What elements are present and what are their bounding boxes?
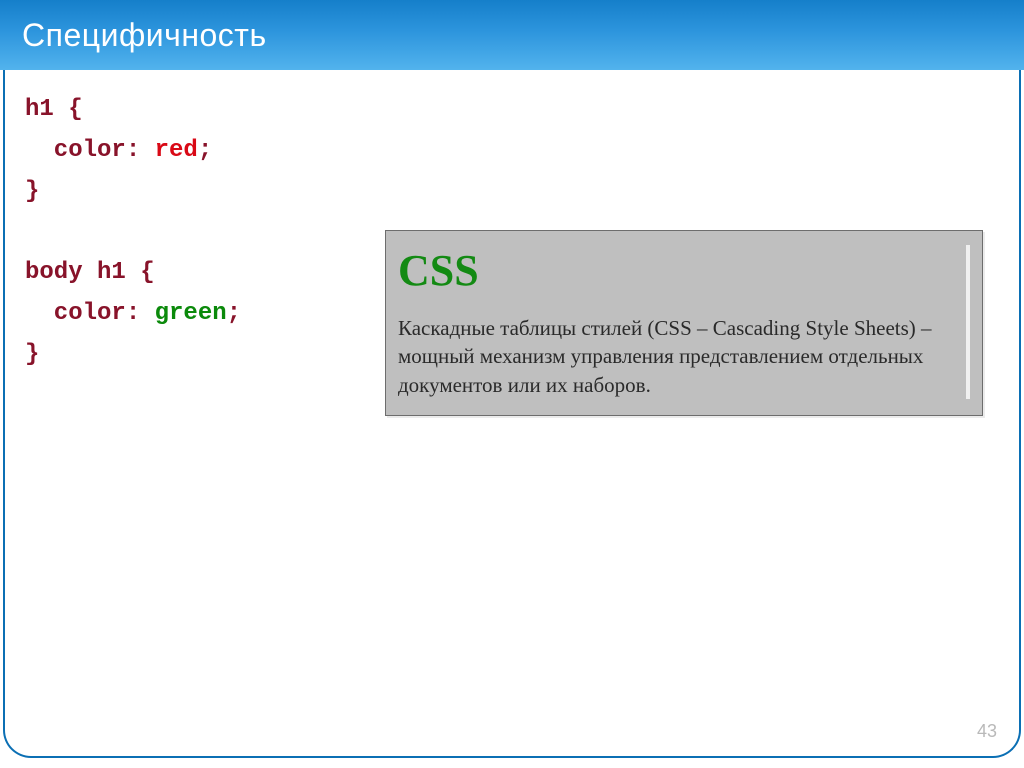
css-code-block: h1 { color: red; } body h1 { color: gree… [25, 90, 241, 376]
brace-close: } [25, 178, 39, 205]
property-color: color: [25, 300, 155, 327]
preview-paragraph: Каскадные таблицы стилей (CSS – Cascadin… [398, 314, 962, 399]
page-number: 43 [977, 721, 997, 742]
selector-body-h1: body h1 [25, 259, 140, 286]
content-frame: h1 { color: red; } body h1 { color: gree… [3, 70, 1021, 758]
render-preview: CSS Каскадные таблицы стилей (CSS – Casc… [385, 230, 983, 416]
value-red: red [155, 137, 198, 164]
brace-open: { [68, 96, 82, 123]
title-bar: Специфичность [0, 0, 1024, 70]
value-green: green [155, 300, 227, 327]
property-color: color: [25, 137, 155, 164]
selector-h1: h1 [25, 96, 68, 123]
semicolon: ; [198, 137, 212, 164]
brace-open: { [140, 259, 154, 286]
code-line: color: red; [25, 131, 241, 172]
slide-title: Специфичность [22, 17, 267, 54]
code-line: } [25, 172, 241, 213]
code-line: body h1 { [25, 253, 241, 294]
blank-line [25, 212, 241, 253]
preview-heading: CSS [398, 245, 962, 296]
code-line: h1 { [25, 90, 241, 131]
brace-close: } [25, 341, 39, 368]
preview-inner: CSS Каскадные таблицы стилей (CSS – Casc… [398, 245, 970, 399]
semicolon: ; [227, 300, 241, 327]
code-line: } [25, 335, 241, 376]
slide: Специфичность h1 { color: red; } body h1… [0, 0, 1024, 768]
code-line: color: green; [25, 294, 241, 335]
